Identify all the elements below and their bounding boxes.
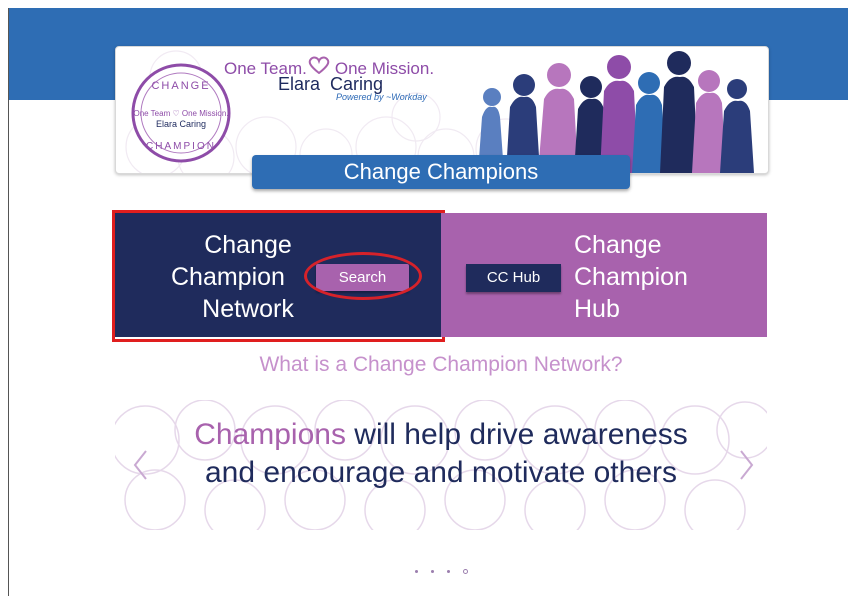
carousel-pagination: [413, 568, 473, 578]
carousel-slide-text: Champions will help drive awareness and …: [115, 416, 767, 492]
cc-hub-button[interactable]: CC Hub: [466, 264, 561, 292]
svg-text:One Team ♡ One Mission.: One Team ♡ One Mission.: [133, 109, 228, 118]
search-button[interactable]: Search: [316, 264, 409, 291]
slide-line-1: Champions will help drive awareness: [194, 418, 688, 451]
banner-title: Change Champions: [252, 155, 630, 189]
change-champion-badge-logo: CHANGE One Team ♡ One Mission. Elara Car…: [131, 63, 231, 163]
svg-text:CHAMPION: CHAMPION: [146, 141, 216, 152]
carousel-dot-4-active[interactable]: [463, 569, 468, 574]
slide-line-2: and encourage and motivate others: [205, 456, 677, 489]
network-panel-title: Change Champion Network: [171, 231, 294, 323]
chevron-right-icon[interactable]: [735, 447, 757, 483]
svg-text:CHANGE: CHANGE: [151, 80, 210, 92]
carousel-dot-2[interactable]: [431, 570, 434, 573]
carousel-dot-3[interactable]: [447, 570, 450, 573]
powered-by-workday: Powered by ~Workday: [336, 92, 427, 102]
highlight-word: Champions: [194, 418, 346, 451]
carousel-dot-1[interactable]: [415, 570, 418, 573]
svg-text:Elara Caring: Elara Caring: [156, 119, 206, 129]
hub-panel-title: Change Champion Hub: [574, 231, 688, 323]
carousel-slide: Champions will help drive awareness and …: [115, 400, 767, 530]
chevron-left-icon[interactable]: [130, 447, 152, 483]
network-question-link[interactable]: What is a Change Champion Network?: [115, 353, 767, 377]
